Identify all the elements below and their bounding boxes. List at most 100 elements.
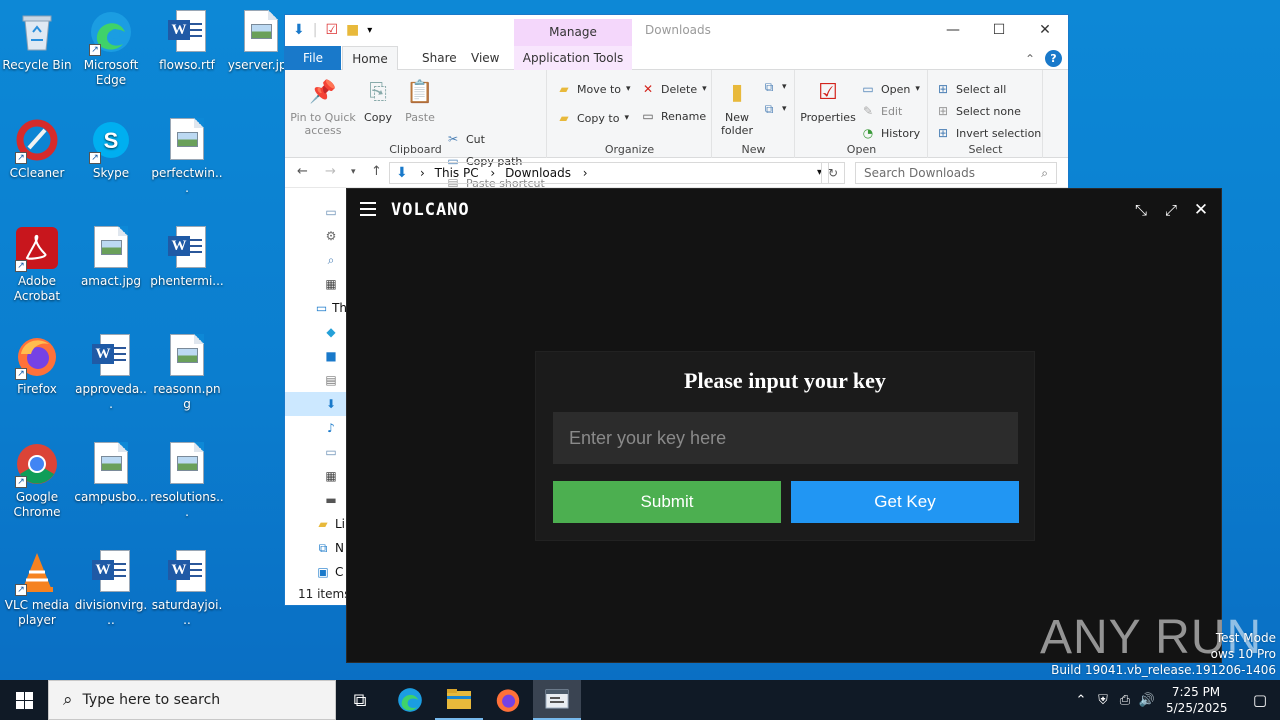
forward-arrow-icon[interactable]: → (325, 164, 336, 179)
desktop-icon-recycle-bin[interactable]: Recycle Bin (0, 4, 74, 73)
nav-item-videos[interactable]: ▦ (285, 464, 347, 488)
new-folder-button[interactable]: ▮ New folder (717, 76, 757, 137)
start-button[interactable] (0, 680, 48, 720)
notifications-icon[interactable]: ▢ (1240, 691, 1280, 709)
maximize-icon[interactable]: ☐ (976, 15, 1022, 45)
edge-icon: ↗ (89, 10, 133, 56)
edit-button[interactable]: ✎ Edit (860, 102, 902, 120)
select-none-button[interactable]: ⊞ Select none (935, 102, 1021, 120)
move-to-button[interactable]: ▰ Move to ▾ (556, 80, 630, 98)
desktop-icon-saturdayjoi[interactable]: W saturdayjoi... (150, 544, 224, 628)
delete-button[interactable]: ✕ Delete ▾ (640, 80, 707, 98)
chevron-up-icon[interactable]: ⌃ (1025, 52, 1035, 66)
nav-item[interactable]: ⌕ (285, 248, 347, 272)
tab-application-tools[interactable]: Application Tools (514, 46, 632, 70)
desktop-icon-resolutions[interactable]: resolutions... (150, 436, 224, 520)
desktop-icon-divisionvirg[interactable]: W divisionvirg... (74, 544, 148, 628)
properties-check-icon[interactable]: ☑ (325, 22, 338, 38)
recent-locations-chevron-icon[interactable]: ▾ (351, 167, 356, 177)
rename-button[interactable]: ▭ Rename (640, 107, 706, 125)
desktop-icon-firefox[interactable]: ↗ Firefox (0, 328, 74, 397)
back-arrow-icon[interactable]: ← (297, 164, 308, 179)
download-arrow-icon[interactable]: ⬇ (293, 22, 305, 38)
minimize-icon[interactable]: — (930, 15, 976, 45)
chevron-up-icon[interactable]: ⌃ (1070, 693, 1092, 708)
paste-button[interactable]: 📋 Paste (401, 76, 439, 124)
minimize-compress-icon[interactable]: ⤡ (1131, 199, 1151, 221)
key-input[interactable] (553, 412, 1018, 464)
new-item-button[interactable]: ⧉ ▾ (761, 78, 787, 96)
address-field[interactable]: ⬇ › This PC › Downloads › ▾ (389, 162, 829, 184)
taskbar-volcano[interactable] (533, 680, 581, 720)
nav-item-desktop[interactable]: ■ (285, 344, 347, 368)
pin-quick-access-button[interactable]: 📌 Pin to Quick access (289, 76, 357, 137)
refresh-button[interactable]: ↻ (821, 162, 845, 184)
desktop-icon-skype[interactable]: S ↗ Skype (74, 112, 148, 181)
invert-selection-button[interactable]: ⊞ Invert selection (935, 124, 1041, 142)
easy-access-button[interactable]: ⧉ ▾ (761, 100, 787, 118)
nav-item-control-panel[interactable]: ▣ C (285, 560, 347, 584)
tab-file[interactable]: File (285, 46, 341, 70)
volume-icon[interactable]: 🔊 (1136, 693, 1158, 708)
skype-icon: S ↗ (89, 118, 133, 164)
nav-item[interactable]: ⚙ (285, 224, 347, 248)
close-icon[interactable]: ✕ (1191, 199, 1211, 221)
open-button[interactable]: ▭ Open ▾ (860, 80, 920, 98)
nav-item-libraries[interactable]: ▰ Li (285, 512, 347, 536)
desktop-icon-edge[interactable]: ↗ Microsoft Edge (74, 4, 148, 88)
copy-to-button[interactable]: ▰ Copy to ▾ (556, 109, 629, 127)
nav-item-local-disk[interactable]: ▬ (285, 488, 347, 512)
up-arrow-icon[interactable]: ↑ (371, 164, 382, 179)
desktop-icon-google-chrome[interactable]: ↗ Google Chrome (0, 436, 74, 520)
chevron-down-icon: ▾ (782, 82, 787, 92)
nav-item[interactable]: ▭ (285, 200, 347, 224)
help-icon[interactable]: ? (1045, 50, 1062, 67)
chevron-down-icon[interactable]: ▾ (367, 25, 372, 36)
submit-button[interactable]: Submit (553, 481, 781, 523)
desktop-icon-vlc[interactable]: ↗ VLC media player (0, 544, 74, 628)
tab-home[interactable]: Home (342, 46, 398, 71)
manage-context-tab[interactable]: Manage (514, 19, 632, 46)
clock[interactable]: 7:25 PM 5/25/2025 (1166, 684, 1228, 716)
desktop-icon-reasonn-png[interactable]: reasonn.png (150, 328, 224, 412)
nav-item-pictures[interactable]: ▭ (285, 440, 347, 464)
taskbar-search-box[interactable]: ⌕ Type here to search (48, 680, 336, 720)
desktop-icon-phentermi[interactable]: W phentermi... (150, 220, 224, 289)
image-file-icon (89, 226, 133, 270)
expand-icon[interactable]: ⤢ (1161, 199, 1181, 221)
nav-item-3d-objects[interactable]: ◆ (285, 320, 347, 344)
desktop-icon-campusbo[interactable]: campusbo... (74, 436, 148, 505)
search-downloads-field[interactable]: Search Downloads ⌕ (855, 162, 1057, 184)
hamburger-menu-icon[interactable] (360, 202, 376, 216)
taskbar-edge[interactable] (386, 680, 434, 720)
select-all-button[interactable]: ⊞ Select all (935, 80, 1006, 98)
svg-text:S: S (104, 128, 119, 153)
breadcrumb-this-pc[interactable]: This PC (435, 166, 479, 180)
desktop-icon-amact-jpg[interactable]: amact.jpg (74, 220, 148, 289)
security-icon[interactable]: ⛨ (1092, 693, 1114, 708)
network-icon[interactable]: ⎙ (1114, 693, 1136, 708)
nav-item-network[interactable]: ⧉ N (285, 536, 347, 560)
copy-button[interactable]: ⎘ Copy (361, 76, 395, 124)
nav-item-this-pc[interactable]: ▭ Th (285, 296, 347, 320)
nav-item-downloads[interactable]: ⬇ (285, 392, 347, 416)
desktop-icon-ccleaner[interactable]: ↗ CCleaner (0, 112, 74, 181)
taskbar-firefox[interactable] (484, 680, 532, 720)
tab-view[interactable]: View (459, 46, 511, 70)
desktop-icon-adobe-acrobat[interactable]: ↗ Adobe Acrobat (0, 220, 74, 304)
select-none-icon: ⊞ (937, 104, 949, 118)
close-icon[interactable]: ✕ (1022, 15, 1068, 45)
taskbar-file-explorer[interactable] (435, 680, 483, 720)
desktop-icon-approveda[interactable]: W approveda... (74, 328, 148, 412)
new-folder-icon[interactable]: ■ (346, 22, 359, 38)
nav-item-documents[interactable]: ▤ (285, 368, 347, 392)
nav-item[interactable]: ▦ (285, 272, 347, 296)
get-key-button[interactable]: Get Key (791, 481, 1019, 523)
history-button[interactable]: ◔ History (860, 124, 920, 142)
desktop-icon-perfectwin[interactable]: perfectwin... (150, 112, 224, 196)
properties-button[interactable]: ☑ Properties (800, 76, 856, 124)
nav-item-music[interactable]: ♪ (285, 416, 347, 440)
breadcrumb-downloads[interactable]: Downloads (505, 166, 571, 180)
desktop-icon-flowso-rtf[interactable]: W flowso.rtf (150, 4, 224, 73)
task-view-button[interactable]: ⧉ (336, 680, 384, 720)
